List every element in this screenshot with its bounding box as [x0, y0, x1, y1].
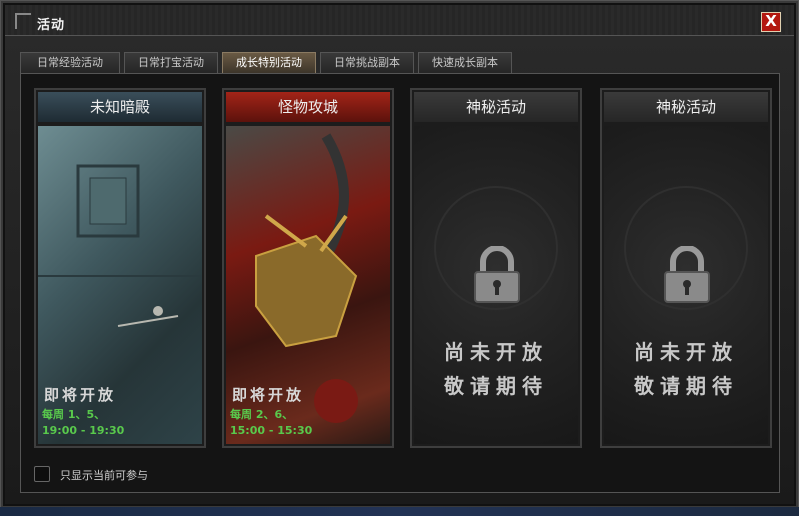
card-artwork: 即将开放 每周 1、5、 19:00 - 19:30 [38, 126, 202, 444]
filter-checkbox[interactable] [34, 466, 50, 482]
locked-text: 尚未开放 [444, 340, 548, 364]
title-bar: 活动 [5, 5, 794, 36]
card-title: 神秘活动 [604, 92, 768, 122]
card-title: 神秘活动 [414, 92, 578, 122]
activity-card-monster-siege[interactable]: 怪物攻城 即将开放 每周 2、6、 15:00 - 15:30 [222, 88, 394, 448]
card-time: 19:00 - 19:30 [42, 424, 125, 437]
card-days: 每周 2、6、 [230, 408, 294, 421]
filter-label: 只显示当前可参与 [60, 469, 148, 482]
card-status: 即将开放 [232, 386, 305, 404]
tab-daily-treasure[interactable]: 日常打宝活动 [124, 52, 218, 73]
tab-daily-exp[interactable]: 日常经验活动 [20, 52, 120, 73]
card-time: 15:00 - 15:30 [230, 424, 313, 437]
lock-icon [664, 246, 710, 303]
tab-growth-special[interactable]: 成长特别活动 [222, 52, 316, 73]
stay-tuned-text: 敬请期待 [634, 374, 738, 398]
activity-card-unknown-hall[interactable]: 未知暗殿 即将开放 每周 1、5、 19:00 - 19:30 [34, 88, 206, 448]
locked-text: 尚未开放 [634, 340, 738, 364]
lock-icon [474, 246, 520, 303]
close-button[interactable]: X [761, 12, 781, 32]
card-artwork: 尚未开放 敬请期待 [604, 126, 768, 444]
title-ornament-icon [15, 13, 31, 29]
tab-daily-challenge[interactable]: 日常挑战副本 [320, 52, 414, 73]
window-title: 活动 [37, 18, 66, 33]
card-title: 未知暗殿 [38, 92, 202, 122]
card-status: 即将开放 [44, 386, 117, 404]
tab-fast-growth[interactable]: 快速成长副本 [418, 52, 512, 73]
stay-tuned-text: 敬请期待 [444, 374, 548, 398]
card-artwork: 即将开放 每周 2、6、 15:00 - 15:30 [226, 126, 390, 444]
card-days: 每周 1、5、 [42, 408, 106, 421]
background-game-strip [0, 507, 799, 516]
activity-card-locked: 神秘活动 尚未开放 敬请期待 [600, 88, 772, 448]
card-artwork: 尚未开放 敬请期待 [414, 126, 578, 444]
card-title: 怪物攻城 [226, 92, 390, 122]
activity-card-locked: 神秘活动 尚未开放 敬请期待 [410, 88, 582, 448]
